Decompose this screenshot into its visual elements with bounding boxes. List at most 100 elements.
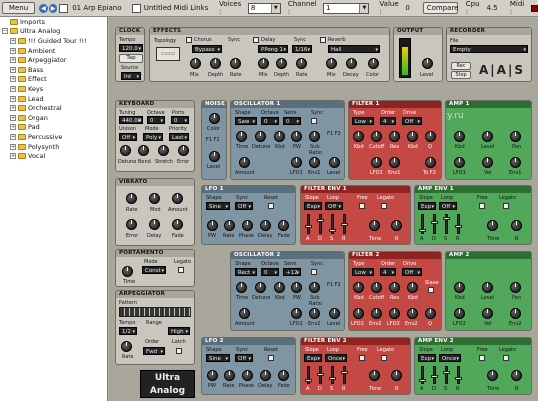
lfo2-sync-select[interactable]: Off [235,354,253,363]
reverb-decay-knob[interactable] [346,58,357,69]
osc2-shape-select[interactable]: Rect [235,268,257,277]
lfo1-phase-knob[interactable] [242,220,253,231]
amp1-level-knob[interactable] [482,131,493,142]
expand-icon[interactable]: + [10,114,16,121]
amp1-env1-knob[interactable] [510,157,521,168]
filterenv1-free-toggle[interactable] [359,203,365,209]
filterenv2-release-slider[interactable] [341,366,348,384]
filter2-kbd-knob[interactable] [353,282,364,293]
vibrato-mod-knob[interactable] [149,193,160,204]
ampenv1-r-knob[interactable] [511,220,522,231]
compare-button[interactable]: Compare [422,2,459,14]
ampenv1-attack-slider[interactable] [419,214,426,234]
preset-browser[interactable]: Imports − Ultra Analog + !!! Guided Tour !… [0,17,108,401]
amp2-lfo2-knob[interactable] [454,308,465,319]
lfo1-shape-select[interactable]: Sine [206,202,230,211]
tree-item[interactable]: + Ambient [0,46,107,56]
osc2-lfo2-knob[interactable] [291,308,302,319]
filterenv2-slope-select[interactable]: Exp [304,354,322,363]
reverb-type-select[interactable]: Hall [328,45,380,54]
filter2-slave-toggle[interactable] [428,287,434,293]
amp1-kbd-knob[interactable] [454,131,465,142]
osc1-kbd-knob[interactable] [274,131,285,142]
tuning-value[interactable]: 440.00 [119,116,143,125]
osc2-pw-knob[interactable] [291,282,302,293]
filterenv2-sustain-slider[interactable] [329,366,336,384]
stop-button[interactable]: Stop [451,71,471,79]
filterenv2-r-knob[interactable] [391,370,402,381]
delay-depth-knob[interactable] [276,58,287,69]
ampenv1-release-slider[interactable] [455,214,462,234]
ampenv1-sustain-slider[interactable] [443,214,450,234]
ampenv2-loop-select[interactable]: Once [439,354,461,363]
osc1-sync-toggle[interactable] [311,118,317,124]
osc1-level-knob[interactable] [329,157,340,168]
voices-select[interactable]: 8 ▼ [247,2,281,14]
ampenv2-sustain-slider[interactable] [443,366,450,384]
ampenv2-r-knob[interactable] [511,370,522,381]
vibrato-delay-knob[interactable] [149,219,160,230]
osc1-amount-knob[interactable] [239,157,250,168]
arp-tempo-select[interactable]: 1/2 [119,327,137,336]
osc2-kbd-knob[interactable] [274,282,285,293]
filter1-type-select[interactable]: Low [352,117,374,126]
amp1-pan-knob[interactable] [510,131,521,142]
lfo2-shape-select[interactable]: Sine [206,354,230,363]
amp1-vel-knob[interactable] [482,157,493,168]
chorus-depth-knob[interactable] [210,58,221,69]
osc1-env1-knob[interactable] [309,157,320,168]
filterenv2-legato-toggle[interactable] [381,355,387,361]
lfo2-pw-knob[interactable] [207,370,218,381]
delay-sync-select[interactable]: 1/16 [292,45,312,54]
osc2-sub-knob[interactable] [309,282,320,293]
noise-color-knob[interactable] [209,113,220,124]
ampenv1-free-toggle[interactable] [479,203,485,209]
filter2-type-select[interactable]: Low [352,268,374,277]
lfo2-delay-knob[interactable] [260,370,271,381]
filterenv2-attack-slider[interactable] [305,366,312,384]
topology-selector[interactable]: ▭▭▭ [156,47,180,61]
osc1-octave-select[interactable]: 0 [261,117,279,126]
delay-mode-select[interactable]: PPong 1 [258,45,288,54]
ports-select[interactable]: 0 [171,116,189,125]
filter2-drive-select[interactable]: Off [402,268,422,277]
expand-icon[interactable]: + [10,95,16,102]
filter1-res-knob[interactable] [389,131,400,142]
osc2-time-knob[interactable] [236,282,247,293]
filterenv1-slope-select[interactable]: Exp [304,202,322,211]
filter1-order-select[interactable]: 4 [380,117,396,126]
filter2-env2-knob[interactable] [371,308,382,319]
ampenv2-time-knob[interactable] [487,370,498,381]
next-preset-icon[interactable]: ▶ [48,3,58,13]
arp-rate-knob[interactable] [121,341,132,352]
ampenv1-decay-slider[interactable] [431,214,438,234]
tree-item[interactable]: + Polysynth [0,142,107,152]
filter2-env2b-knob[interactable] [407,308,418,319]
pattern-grid[interactable] [119,307,191,317]
vibrato-rate-knob[interactable] [126,193,137,204]
mode-select[interactable]: Poly [143,133,163,142]
octave-select[interactable]: 0 [147,116,165,125]
osc2-level-knob[interactable] [329,308,340,319]
expand-icon[interactable]: + [10,133,16,140]
expand-icon[interactable]: + [10,85,16,92]
file-select[interactable]: Empty [450,45,528,54]
ampenv1-loop-select[interactable]: Off [439,202,457,211]
filter2-kbd2-knob[interactable] [407,282,418,293]
unison-select[interactable]: Off [119,133,137,142]
amp1-lfo1-knob[interactable] [454,157,465,168]
osc1-pw-knob[interactable] [291,131,302,142]
ampenv1-legato-toggle[interactable] [503,203,509,209]
amp2-level-knob[interactable] [482,282,493,293]
expand-icon[interactable]: + [10,76,16,83]
lfo1-pw-knob[interactable] [207,220,218,231]
filter2-q-knob[interactable] [425,308,436,319]
midi-links-icon[interactable] [132,3,141,13]
bend-knob[interactable] [138,145,149,156]
filter2-lfo2b-knob[interactable] [389,308,400,319]
output-level-knob[interactable] [422,58,433,69]
vibrato-fade-knob[interactable] [172,219,183,230]
tree-item[interactable]: + Keys [0,84,107,94]
osc2-semi-select[interactable]: +12 [283,268,301,277]
chorus-toggle[interactable] [186,37,192,43]
